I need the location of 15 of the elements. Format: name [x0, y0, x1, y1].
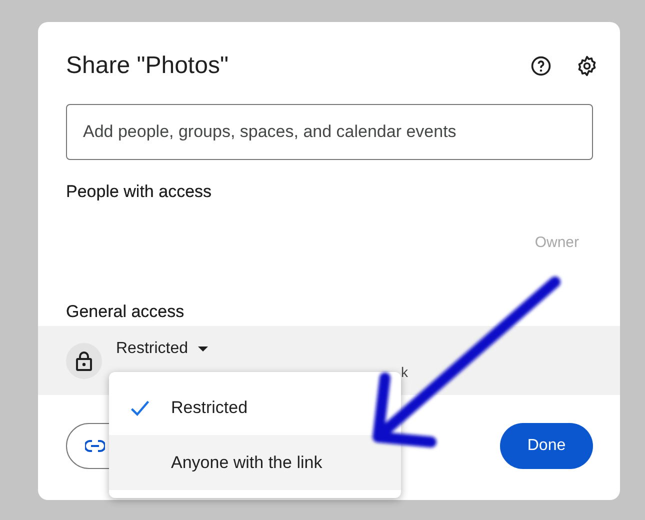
lock-icon [66, 342, 102, 378]
menu-item[interactable]: Anyone with the link [109, 435, 401, 490]
people-heading: People with access [66, 182, 213, 202]
access-dropdown[interactable]: Restricted [116, 340, 408, 358]
caret-icon [198, 346, 208, 352]
done-button[interactable]: Done [500, 423, 593, 469]
add-people-field[interactable]: Add people, groups, spaces, and calendar events [66, 104, 593, 160]
help-icon[interactable] [530, 55, 552, 77]
menu-item[interactable]: Restricted [109, 380, 401, 435]
link-icon [85, 440, 105, 452]
dialog-title: Share "Photos" [66, 52, 230, 80]
owner-label: Owner [534, 234, 579, 251]
access-description: k [401, 364, 408, 380]
general-access-heading: General access [66, 302, 186, 322]
settings-icon[interactable] [576, 55, 598, 77]
